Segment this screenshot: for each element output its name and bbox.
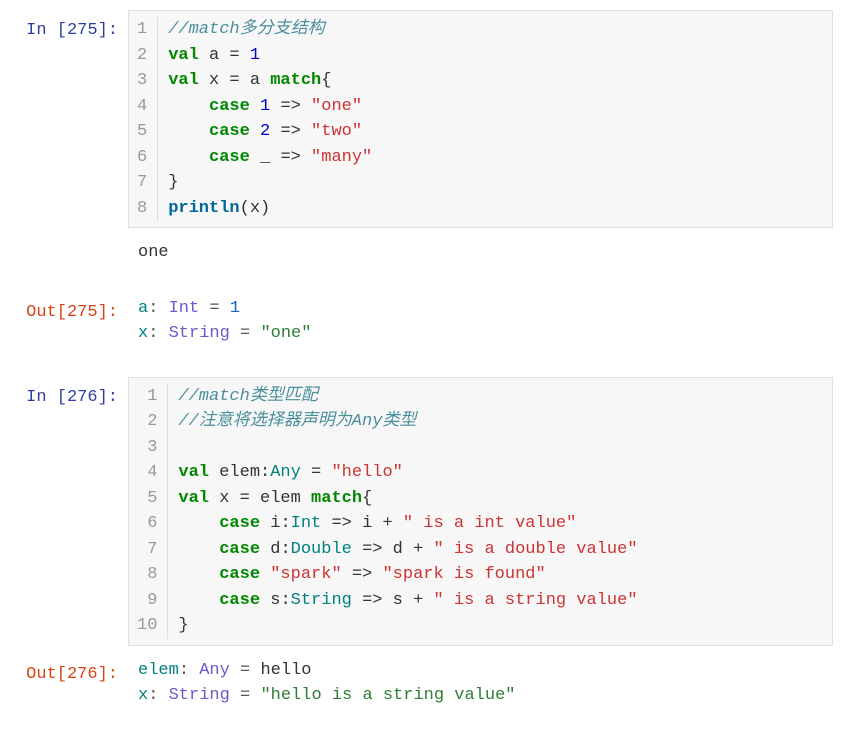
code-line: //注意将选择器声明为Any类型 xyxy=(178,409,822,435)
out-prompt: Out[275]: xyxy=(10,292,128,351)
code-line: case 1 => "one" xyxy=(168,94,822,120)
result-line: x: String = "one" xyxy=(138,321,833,347)
result-line: x: String = "hello is a string value" xyxy=(138,683,833,709)
result-line: a: Int = 1 xyxy=(138,296,833,322)
code-line: case s:String => s + " is a string value… xyxy=(178,588,822,614)
code-line: } xyxy=(178,613,822,639)
stdout-cell: one xyxy=(10,236,833,284)
code-line: case "spark" => "spark is found" xyxy=(178,562,822,588)
code-line: val x = elem match{ xyxy=(178,486,822,512)
code-area[interactable]: 12345678910//match类型匹配//注意将选择器声明为Any类型 v… xyxy=(128,377,833,646)
input-cell: In [275]:12345678//match多分支结构val a = 1va… xyxy=(10,10,833,228)
in-prompt: In [276]: xyxy=(10,377,128,646)
code-line xyxy=(178,435,822,461)
line-gutter: 12345678 xyxy=(129,17,158,221)
code-lines: //match类型匹配//注意将选择器声明为Any类型 val elem:Any… xyxy=(168,384,832,639)
code-line: case 2 => "two" xyxy=(168,119,822,145)
code-line: //match类型匹配 xyxy=(178,384,822,410)
line-gutter: 12345678910 xyxy=(129,384,168,639)
stdout-text: one xyxy=(128,236,833,270)
code-line: case i:Int => i + " is a int value" xyxy=(178,511,822,537)
result-area: a: Int = 1x: String = "one" xyxy=(128,292,833,351)
code-line: //match多分支结构 xyxy=(168,17,822,43)
code-lines: //match多分支结构val a = 1val x = a match{ ca… xyxy=(158,17,832,221)
code-area[interactable]: 12345678//match多分支结构val a = 1val x = a m… xyxy=(128,10,833,228)
code-line: } xyxy=(168,170,822,196)
output-cell: Out[275]:a: Int = 1x: String = "one" xyxy=(10,292,833,351)
code-line: val elem:Any = "hello" xyxy=(178,460,822,486)
code-line: case d:Double => d + " is a double value… xyxy=(178,537,822,563)
code-line: case _ => "many" xyxy=(168,145,822,171)
code-line: val a = 1 xyxy=(168,43,822,69)
output-cell: Out[276]:elem: Any = hellox: String = "h… xyxy=(10,654,833,713)
result-line: elem: Any = hello xyxy=(138,658,833,684)
code-line: println(x) xyxy=(168,196,822,222)
in-prompt: In [275]: xyxy=(10,10,128,228)
input-cell: In [276]:12345678910//match类型匹配//注意将选择器声… xyxy=(10,377,833,646)
result-area: elem: Any = hellox: String = "hello is a… xyxy=(128,654,833,713)
code-line: val x = a match{ xyxy=(168,68,822,94)
out-prompt: Out[276]: xyxy=(10,654,128,713)
